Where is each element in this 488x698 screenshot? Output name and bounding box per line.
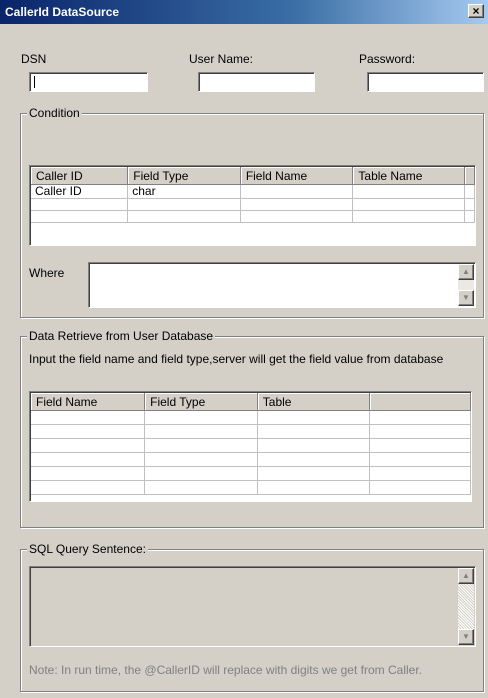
scroll-up-arrow-icon[interactable]: ▲ [458, 264, 474, 280]
table-row[interactable] [31, 424, 471, 439]
table-cell [464, 210, 475, 223]
column-header-field-name[interactable]: Field Name [240, 167, 354, 185]
condition-header-row: Caller ID Field Type Field Name Table Na… [31, 167, 475, 185]
dsn-label: DSN [21, 52, 47, 66]
table-cell[interactable] [352, 210, 465, 223]
table-cell[interactable] [144, 480, 258, 495]
username-label: User Name: [189, 52, 254, 66]
column-header-field-type[interactable]: Field Type [127, 167, 241, 185]
retrieve-description: Input the field name and field type,serv… [29, 352, 444, 366]
table-row[interactable] [31, 210, 475, 223]
table-cell[interactable] [352, 184, 465, 199]
dsn-field[interactable] [29, 72, 148, 92]
column-header-table[interactable]: Table [257, 393, 371, 411]
condition-table: Caller ID Field Type Field Name Table Na… [31, 167, 475, 223]
username-field[interactable] [198, 72, 315, 92]
table-cell[interactable] [369, 410, 471, 425]
table-row[interactable] [31, 466, 471, 481]
table-cell[interactable] [257, 410, 371, 425]
window-title: CallerId DataSource [5, 5, 120, 19]
where-scrollbar[interactable]: ▲ ▼ [458, 264, 474, 306]
table-row[interactable] [31, 410, 471, 425]
table-cell[interactable] [144, 424, 258, 439]
close-icon: × [472, 4, 480, 18]
table-cell[interactable] [144, 410, 258, 425]
table-cell[interactable] [31, 410, 146, 425]
table-cell[interactable] [31, 198, 129, 211]
table-cell[interactable] [369, 438, 471, 453]
table-cell[interactable]: Caller ID [31, 184, 129, 199]
sql-query-textarea[interactable]: ▲ ▼ [29, 566, 476, 647]
table-cell[interactable] [240, 184, 354, 199]
retrieve-header-row: Field Name Field Type Table [31, 393, 471, 411]
table-cell[interactable] [144, 452, 258, 467]
runtime-note: Note: In run time, the @CallerID will re… [29, 663, 422, 677]
table-cell[interactable] [257, 480, 371, 495]
table-cell[interactable] [369, 424, 471, 439]
password-field[interactable] [367, 72, 484, 92]
table-cell[interactable] [31, 438, 146, 453]
table-cell[interactable] [369, 466, 471, 481]
scroll-down-arrow-icon[interactable]: ▼ [458, 290, 474, 306]
table-cell [464, 184, 475, 199]
table-cell[interactable] [31, 452, 146, 467]
sql-group-title: SQL Query Sentence: [27, 542, 148, 556]
table-cell[interactable] [257, 466, 371, 481]
password-label: Password: [359, 52, 416, 66]
where-label: Where [29, 266, 65, 280]
table-cell[interactable] [31, 480, 146, 495]
table-cell[interactable] [31, 466, 146, 481]
scroll-down-arrow-icon[interactable]: ▼ [458, 629, 474, 645]
condition-grid[interactable]: Caller ID Field Type Field Name Table Na… [29, 165, 476, 246]
table-row[interactable] [31, 480, 471, 495]
table-row[interactable] [31, 438, 471, 453]
retrieve-grid[interactable]: Field Name Field Type Table [29, 391, 472, 502]
table-cell[interactable] [31, 210, 129, 223]
table-cell [464, 198, 475, 211]
column-header-table-name[interactable]: Table Name [352, 167, 465, 185]
table-cell[interactable] [127, 198, 241, 211]
table-cell[interactable] [240, 210, 354, 223]
sql-scrollbar[interactable]: ▲ ▼ [458, 568, 474, 645]
table-row[interactable]: Caller ID char [31, 184, 475, 199]
condition-group-title: Condition [27, 106, 82, 120]
where-textarea[interactable]: ▲ ▼ [88, 262, 476, 308]
retrieve-group-title: Data Retrieve from User Database [27, 329, 216, 343]
column-header-filler [464, 167, 475, 185]
close-button[interactable]: × [468, 4, 484, 18]
table-cell[interactable] [31, 424, 146, 439]
table-cell[interactable] [369, 480, 471, 495]
table-cell[interactable] [257, 438, 371, 453]
text-caret [34, 76, 35, 88]
retrieve-table: Field Name Field Type Table [31, 393, 471, 495]
table-cell[interactable] [240, 198, 354, 211]
table-cell[interactable] [257, 452, 371, 467]
table-row[interactable] [31, 198, 475, 211]
scroll-up-arrow-icon[interactable]: ▲ [458, 568, 474, 584]
table-cell[interactable] [352, 198, 465, 211]
column-header-empty[interactable] [369, 393, 471, 411]
table-cell[interactable] [144, 466, 258, 481]
table-row[interactable] [31, 452, 471, 467]
table-cell[interactable] [257, 424, 371, 439]
table-cell[interactable] [144, 438, 258, 453]
title-bar: CallerId DataSource × [0, 0, 488, 24]
column-header-field-name[interactable]: Field Name [31, 393, 146, 411]
column-header-caller-id[interactable]: Caller ID [31, 167, 129, 185]
column-header-field-type[interactable]: Field Type [144, 393, 258, 411]
table-cell[interactable] [127, 210, 241, 223]
table-cell[interactable] [369, 452, 471, 467]
table-cell[interactable]: char [127, 184, 241, 199]
